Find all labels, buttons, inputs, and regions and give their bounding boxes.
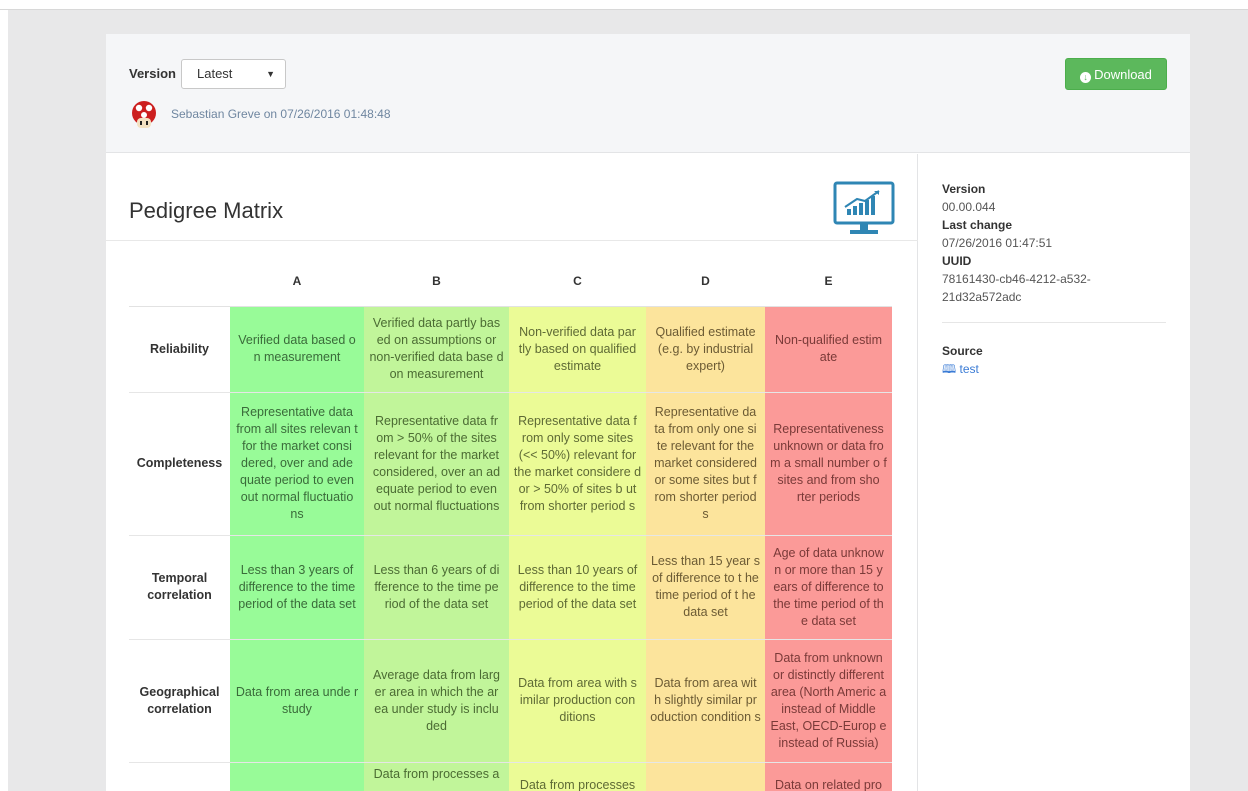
column-header: E (765, 258, 892, 307)
table-cell (646, 761, 765, 791)
chevron-down-icon: ▼ (266, 69, 275, 79)
row-header: Reliability (129, 305, 230, 392)
column-header: C (509, 258, 646, 307)
card-header: Version Latest ▼ Sebastian Greve on 07/2… (106, 34, 1190, 153)
author-info[interactable]: Sebastian Greve on 07/26/2016 01:48:48 (171, 107, 391, 121)
table-cell: Less than 15 year s of difference to t h… (646, 534, 765, 639)
dataset-card: Version Latest ▼ Sebastian Greve on 07/2… (106, 34, 1190, 791)
sidebar: Version 00.00.044 Last change 07/26/2016… (942, 180, 1166, 378)
column-header: B (364, 258, 509, 307)
book-icon: 🕮 (942, 362, 957, 376)
table-cell: Non-qualified estim ate (765, 305, 892, 392)
row-header: Temporal correlation (129, 534, 230, 639)
sidebar-uuid-label: UUID (942, 254, 972, 268)
table-cell: Average data from larg er area in which … (364, 638, 509, 762)
version-select[interactable]: Latest ▼ (181, 59, 286, 89)
table-row: Temporal correlation Less than 3 years o… (129, 534, 892, 639)
pedigree-table: A B C D E Reliability Verified data base… (129, 258, 892, 791)
title-separator (106, 240, 918, 241)
page-title: Pedigree Matrix (129, 198, 284, 223)
source-link[interactable]: test (960, 362, 979, 376)
download-icon: ↓ (1080, 72, 1092, 83)
table-cell: Data on related pro (765, 761, 892, 791)
row-header (129, 761, 230, 791)
table-row: Data from processes a Data from processe… (129, 761, 892, 791)
sidebar-separator (942, 322, 1166, 323)
table-cell: Non-verified data par tly based on quali… (509, 305, 646, 392)
sidebar-last-change-value: 07/26/2016 01:47:51 (942, 236, 1053, 250)
download-button[interactable]: ↓ Download (1065, 58, 1167, 90)
sidebar-uuid-value: 78161430-cb46-4212-a532-21d32a572adc (942, 272, 1091, 304)
table-cell: Data from unknown or distinctly differen… (765, 638, 892, 762)
table-cell: Less than 6 years of di fference to the … (364, 534, 509, 639)
top-bar (0, 0, 1248, 10)
table-cell: Representativeness unknown or data fro m… (765, 391, 892, 535)
table-cell: Representative data from all sites relev… (230, 391, 364, 535)
sidebar-version-label: Version (942, 182, 986, 196)
table-cell: Less than 10 years of difference to the … (509, 534, 646, 639)
avatar (132, 101, 156, 128)
left-strip (0, 10, 8, 791)
main-column: Pedigree Matrix A B C D E Reliability Ve… (106, 154, 918, 791)
column-header: A (230, 258, 364, 307)
download-label: Download (1094, 67, 1152, 82)
version-select-value: Latest (197, 66, 233, 81)
chart-monitor-icon (833, 181, 895, 234)
table-cell: Data from processes a (364, 761, 509, 791)
header-corner (129, 258, 230, 307)
table-cell: Data from area wit h slightly similar pr… (646, 638, 765, 762)
table-cell: Verified data partly bas ed on assumptio… (364, 305, 509, 392)
table-cell: Less than 3 years of difference to the t… (230, 534, 364, 639)
table-header-row: A B C D E (129, 258, 892, 307)
table-cell: Qualified estimate (e.g. by industrial e… (646, 305, 765, 392)
table-cell: Age of data unknow n or more than 15 y e… (765, 534, 892, 639)
table-cell: Representative data fr om > 50% of the s… (364, 391, 509, 535)
table-cell: Representative data f rom only some site… (509, 391, 646, 535)
version-label: Version (129, 66, 176, 81)
table-cell: Verified data based o n measurement (230, 305, 364, 392)
table-cell (230, 761, 364, 791)
sidebar-last-change-label: Last change (942, 218, 1013, 232)
table-cell: Data from area unde r study (230, 638, 364, 762)
table-row: Reliability Verified data based o n meas… (129, 305, 892, 392)
sidebar-source-label: Source (942, 344, 983, 358)
row-header: Geographical correlation (129, 638, 230, 762)
table-row: Geographical correlation Data from area … (129, 638, 892, 762)
table-cell: Data from processes (509, 761, 646, 791)
table-cell: Representative da ta from only one si te… (646, 391, 765, 535)
row-header: Completeness (129, 391, 230, 535)
table-cell: Data from area with s imilar production … (509, 638, 646, 762)
sidebar-version-value: 00.00.044 (942, 200, 996, 214)
table-row: Completeness Representative data from al… (129, 391, 892, 535)
column-header: D (646, 258, 765, 307)
